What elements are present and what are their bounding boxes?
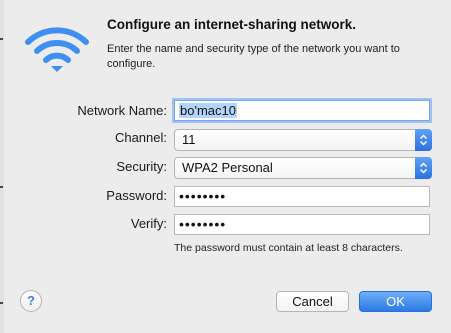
network-name-field[interactable]: bo'mac10 bbox=[174, 100, 430, 121]
password-hint: The password must contain at least 8 cha… bbox=[174, 242, 403, 254]
channel-label: Channel: bbox=[114, 130, 167, 145]
verify-label: Verify: bbox=[130, 216, 167, 231]
channel-popup[interactable]: 11 bbox=[174, 129, 432, 151]
help-button[interactable]: ? bbox=[20, 290, 42, 312]
network-name-label: Network Name: bbox=[77, 103, 167, 118]
password-label: Password: bbox=[106, 188, 167, 203]
verify-value: •••••••• bbox=[179, 216, 227, 232]
cancel-button[interactable]: Cancel bbox=[276, 291, 349, 312]
wifi-icon bbox=[25, 27, 89, 72]
password-value: •••••••• bbox=[179, 188, 227, 204]
window-left-edge bbox=[0, 0, 4, 333]
dialog-title: Configure an internet-sharing network. bbox=[107, 17, 357, 32]
dialog-description: Enter the name and security type of the … bbox=[107, 43, 400, 70]
up-down-arrows-icon bbox=[415, 129, 432, 151]
verify-field[interactable]: •••••••• bbox=[174, 214, 430, 235]
password-field[interactable]: •••••••• bbox=[174, 186, 430, 207]
security-popup[interactable]: WPA2 Personal bbox=[174, 157, 432, 179]
network-name-value: bo'mac10 bbox=[179, 103, 237, 118]
edge-mark bbox=[0, 302, 3, 304]
security-value: WPA2 Personal bbox=[182, 160, 273, 175]
channel-value: 11 bbox=[182, 132, 196, 147]
internet-sharing-dialog: Configure an internet-sharing network. E… bbox=[0, 0, 451, 333]
edge-mark bbox=[0, 186, 3, 188]
ok-button[interactable]: OK bbox=[359, 291, 432, 312]
up-down-arrows-icon bbox=[415, 157, 432, 179]
security-label: Security: bbox=[116, 159, 167, 174]
edge-mark bbox=[0, 38, 3, 40]
